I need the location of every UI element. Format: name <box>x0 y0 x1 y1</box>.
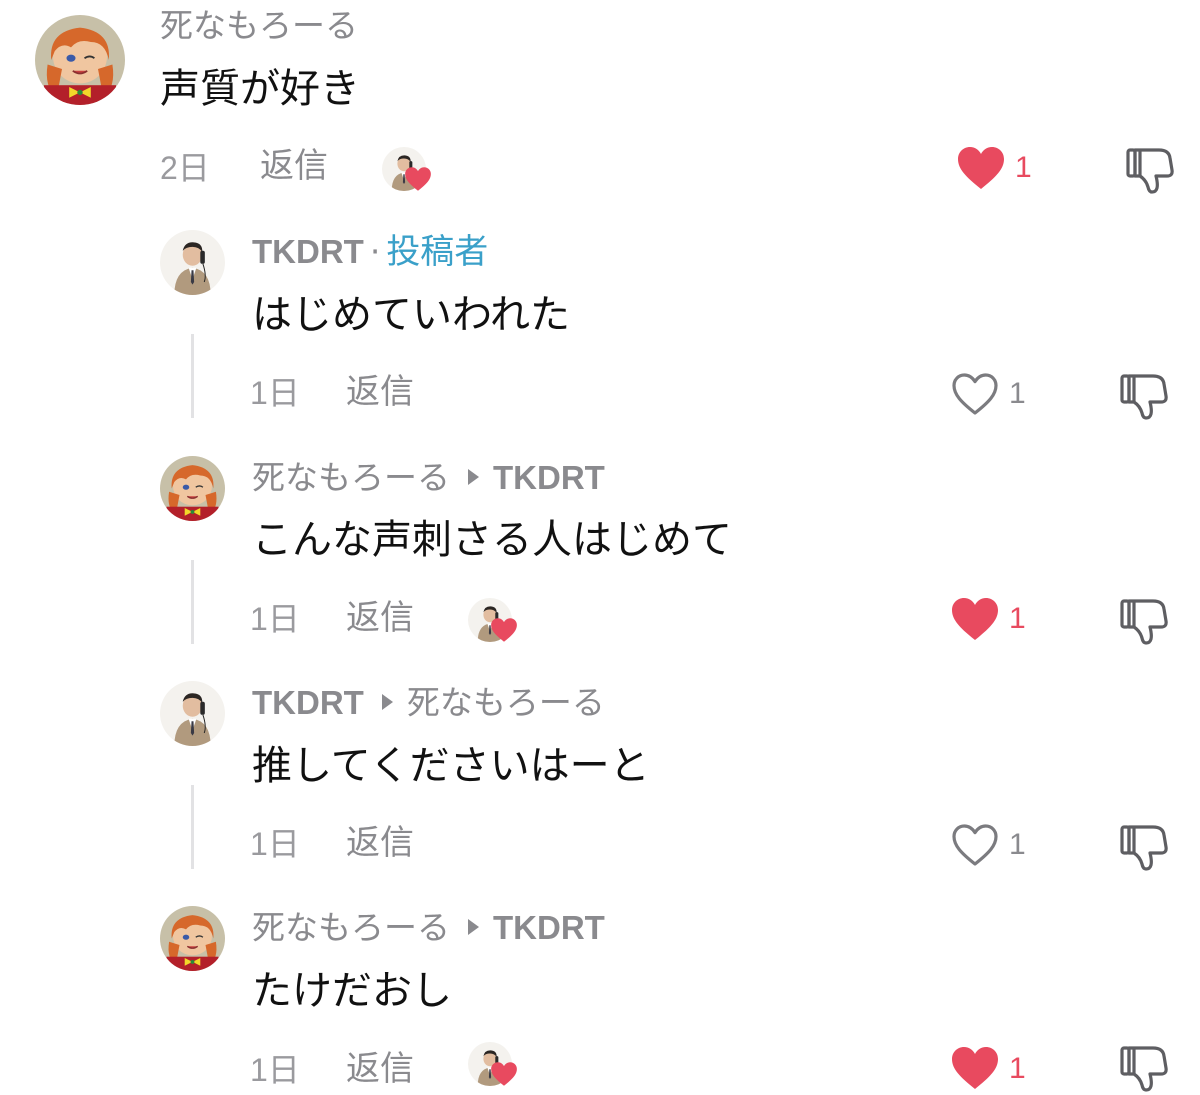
like-button[interactable] <box>950 371 1000 417</box>
heart-icon <box>950 822 1000 868</box>
comment-age: 1日 <box>250 1052 300 1088</box>
comment-age: 1日 <box>250 601 300 637</box>
like-count: 1 <box>1009 1052 1026 1085</box>
thread-line <box>191 560 194 644</box>
comment-username[interactable]: 死なもろーる TKDRT <box>252 458 605 498</box>
username-text: 死なもろーる <box>252 908 450 947</box>
comment-age: 1日 <box>250 826 300 862</box>
heart-icon <box>950 371 1000 417</box>
user-avatar-image <box>160 906 225 971</box>
creator-liked-heart-icon <box>490 1060 518 1088</box>
thumbs-down-icon <box>1125 146 1175 194</box>
reply-to-username: TKDRT <box>493 459 605 496</box>
comment-text: はじめていわれた <box>252 292 570 338</box>
author-separator: · <box>369 232 381 271</box>
avatar[interactable] <box>160 681 225 746</box>
creator-liked-badge <box>466 1040 518 1092</box>
like-button[interactable] <box>950 1045 1000 1091</box>
like-button[interactable] <box>950 596 1000 642</box>
avatar[interactable] <box>35 15 125 105</box>
user-avatar-image <box>160 230 225 295</box>
like-count: 1 <box>1015 151 1032 184</box>
username-text: 死なもろーる <box>160 6 358 45</box>
avatar[interactable] <box>160 456 225 521</box>
reply-button[interactable]: 返信 <box>346 372 414 412</box>
comment-username[interactable]: TKDRT 死なもろーる <box>252 683 605 723</box>
user-avatar-image <box>160 681 225 746</box>
username-text: TKDRT <box>252 684 364 721</box>
dislike-button[interactable] <box>1119 823 1169 871</box>
thumbs-down-icon <box>1119 597 1169 645</box>
creator-liked-heart-icon <box>404 165 432 193</box>
thumbs-down-icon <box>1119 823 1169 871</box>
comment-text: こんな声刺さる人はじめて <box>252 517 732 563</box>
thread-line <box>191 334 194 418</box>
dislike-button[interactable] <box>1119 372 1169 420</box>
dislike-button[interactable] <box>1119 1044 1169 1092</box>
comment-text: 声質が好き <box>160 66 360 112</box>
like-button[interactable] <box>950 822 1000 868</box>
like-count: 1 <box>1009 602 1026 635</box>
dislike-button[interactable] <box>1125 146 1175 194</box>
creator-liked-badge <box>466 596 518 648</box>
heart-icon <box>956 145 1006 191</box>
username-text: TKDRT <box>252 233 364 270</box>
heart-icon <box>950 596 1000 642</box>
reply-button[interactable]: 返信 <box>346 823 414 863</box>
triangle-right-icon <box>381 693 393 710</box>
author-tag: 投稿者 <box>386 232 489 272</box>
creator-liked-badge <box>380 145 432 197</box>
reply-to-username: 死なもろーる <box>406 683 605 722</box>
triangle-right-icon <box>468 918 479 935</box>
user-avatar-image <box>35 15 125 105</box>
username-text: 死なもろーる <box>252 458 450 497</box>
thread-line <box>191 785 194 869</box>
comment-text: 推してくださいはーと <box>252 743 650 789</box>
thumbs-down-icon <box>1119 1044 1169 1092</box>
dislike-button[interactable] <box>1119 597 1169 645</box>
reply-button[interactable]: 返信 <box>346 598 414 638</box>
comment-username[interactable]: 死なもろーる <box>160 6 358 46</box>
comment-age: 2日 <box>160 150 210 186</box>
avatar[interactable] <box>160 230 225 295</box>
comment-age: 1日 <box>250 375 300 411</box>
like-count: 1 <box>1009 828 1026 861</box>
user-avatar-image <box>160 456 225 521</box>
heart-icon <box>950 1045 1000 1091</box>
triangle-right-icon <box>468 468 479 485</box>
creator-liked-heart-icon <box>490 616 518 644</box>
thumbs-down-icon <box>1119 372 1169 420</box>
like-count: 1 <box>1009 377 1026 410</box>
avatar[interactable] <box>160 906 225 971</box>
reply-button[interactable]: 返信 <box>260 146 328 186</box>
reply-to-username: TKDRT <box>493 909 605 946</box>
comment-username[interactable]: TKDRT · 投稿者 <box>252 232 488 272</box>
comment-username[interactable]: 死なもろーる TKDRT <box>252 908 605 948</box>
like-button[interactable] <box>956 145 1006 191</box>
comment-text: たけだおし <box>252 968 452 1014</box>
reply-button[interactable]: 返信 <box>346 1049 414 1089</box>
